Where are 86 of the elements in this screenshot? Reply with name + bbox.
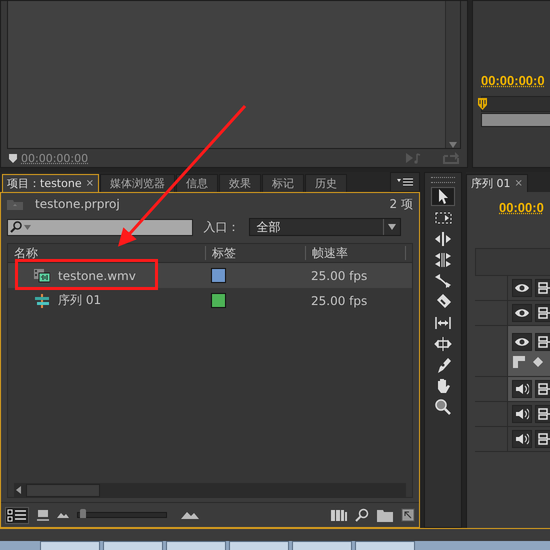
panel-menu-button[interactable] [390,172,420,192]
sync-lock-icon[interactable] [538,307,550,319]
close-icon[interactable]: × [514,178,523,189]
speaker-icon[interactable] [515,383,529,395]
stretch-icon [434,272,452,290]
project-file-name: testone.prproj [35,197,120,211]
panel-tab[interactable]: 标记 [262,174,304,192]
item-count: 2 项 [390,196,413,212]
speaker-icon[interactable] [515,408,529,420]
sequence-tab[interactable]: 序列 01 × [466,174,528,192]
panel-tab[interactable]: 历史 [304,174,347,192]
track-header[interactable] [475,276,550,301]
panel-tab[interactable]: 效果 [218,174,261,192]
caret-icon [24,224,31,230]
panel-grip[interactable] [431,177,455,183]
magnifier-icon [434,398,452,416]
item-name[interactable]: testone.wmv [58,268,136,282]
taskbar-button[interactable] [40,541,100,550]
new-item-icon[interactable] [401,508,415,522]
column-header[interactable]: 名称 [8,246,205,260]
project-item-row[interactable]: testone.wmv 25.00 fps [8,263,412,288]
scroll-left-icon[interactable] [14,486,24,494]
zoom-slider[interactable] [77,512,167,518]
folder-icon[interactable] [377,508,393,522]
timecode[interactable]: 00:00:00:0 [481,73,550,88]
time-ruler[interactable] [481,96,550,112]
track-header[interactable] [475,402,550,427]
frame-rate: 25.00 fps [310,294,368,308]
film-clip-icon [34,268,50,282]
item-name[interactable]: 序列 01 [58,292,102,309]
timecode[interactable]: 00:00:00:00 [21,152,88,164]
eye-icon[interactable] [514,282,530,294]
icon-view-icon[interactable] [37,509,49,521]
column-header[interactable]: 标签 [205,246,305,260]
filter-dropdown[interactable]: 全部 [249,218,401,236]
sequence-icon [34,294,50,308]
eye-icon[interactable] [514,307,530,319]
diamond-icon[interactable] [531,355,545,369]
panel-tab[interactable]: 项目：testone × [2,174,99,192]
list-view-icon [7,508,27,522]
slide-icon [434,334,452,352]
search-field[interactable] [7,218,194,236]
sync-lock-icon[interactable] [538,383,550,395]
taskbar-button[interactable] [229,541,289,550]
small-mountain-icon[interactable] [57,512,69,518]
panel-tab[interactable]: 媒体浏览器 [100,174,175,192]
split-arrows-icon [434,250,452,268]
timecode[interactable]: 00:00:0 [499,200,550,224]
scrollbar[interactable] [445,1,460,148]
list-view-button[interactable] [5,506,29,524]
taskbar-button[interactable] [292,541,352,550]
close-icon[interactable]: × [86,178,94,189]
track-header[interactable] [475,326,550,377]
selection-tool-button[interactable] [431,187,455,206]
scroll-down-icon[interactable] [449,142,457,148]
caret-icon [388,224,396,230]
track-header[interactable] [475,301,550,326]
keyframe-view-icon[interactable] [512,355,528,369]
horizontal-scrollbar[interactable] [14,483,406,497]
marker-icon [9,154,17,162]
sync-lock-icon[interactable] [538,433,550,445]
filter-label: 入口： [203,218,240,236]
large-mountain-icon[interactable] [181,511,199,519]
folder-up-icon [7,198,23,210]
eye-icon[interactable] [514,336,530,348]
project-item-row[interactable]: 序列 01 25.00 fps [8,288,412,313]
bins-icon[interactable] [331,509,347,521]
search-icon [10,221,22,233]
playhead-icon[interactable] [478,98,487,110]
slider-thumb[interactable] [80,509,86,518]
taskbar-button[interactable] [166,541,226,550]
sync-lock-icon[interactable] [538,282,550,294]
menu-icon [397,178,413,186]
sync-lock-icon[interactable] [538,408,550,420]
zoom-scrollbar[interactable] [481,113,550,127]
search-icon[interactable] [355,508,369,522]
panel-tab[interactable]: 信息 [176,174,218,192]
double-arrow-icon [434,230,452,248]
track-header[interactable] [475,377,550,402]
track-header[interactable] [475,427,550,452]
taskbar-button[interactable] [103,541,163,550]
sync-lock-icon[interactable] [538,336,550,348]
column-header[interactable]: 帧速率 [305,246,405,260]
frame-rate: 25.00 fps [310,268,368,282]
taskbar-button[interactable] [355,541,415,550]
speaker-icon[interactable] [515,433,529,445]
